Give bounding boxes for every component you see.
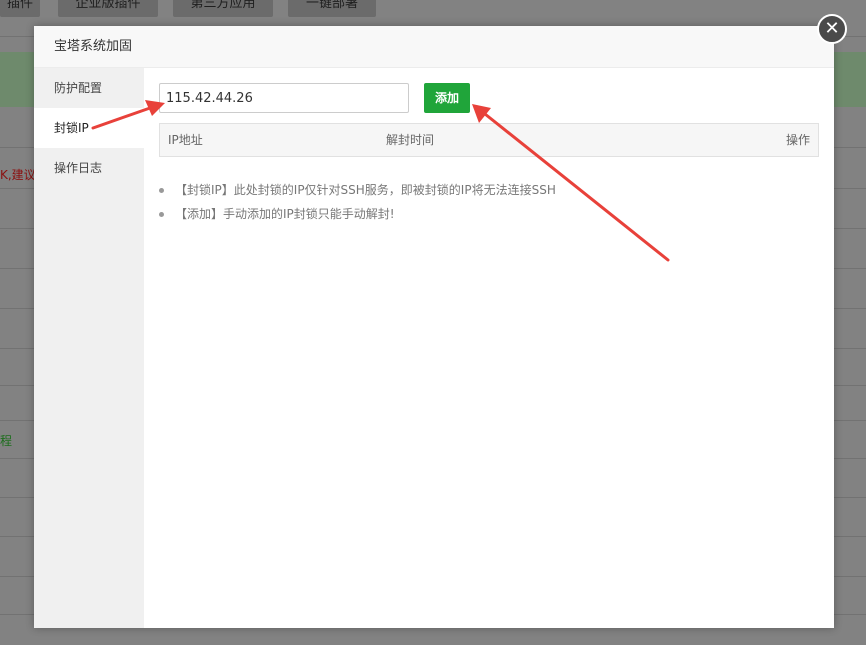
- sidebar-item-block-ip[interactable]: 封锁IP: [34, 108, 144, 148]
- help-notes: 【封锁IP】此处封锁的IP仅针对SSH服务，即被封锁的IP将无法连接SSH 【添…: [159, 178, 819, 226]
- bg-tab-plugins: 插件: [0, 0, 40, 17]
- note-text: 【添加】手动添加的IP封锁只能手动解封!: [175, 207, 395, 221]
- sidebar-item-operation-log[interactable]: 操作日志: [34, 148, 144, 188]
- dialog-content: 添加 IP地址 解封时间 操作 【封锁IP】此处封锁的IP仅针对SSH服务，即被…: [144, 68, 834, 628]
- dialog-sidebar: 防护配置 封锁IP 操作日志: [34, 68, 144, 628]
- column-unblock-time: 解封时间: [386, 133, 435, 147]
- dialog-title: 宝塔系统加固: [34, 26, 834, 68]
- column-ip-address: IP地址: [168, 133, 203, 147]
- add-button[interactable]: 添加: [424, 83, 470, 113]
- bg-tab-enterprise: 企业版插件: [58, 0, 158, 17]
- bg-green-text: 程: [0, 434, 13, 448]
- sidebar-item-protection-config[interactable]: 防护配置: [34, 68, 144, 108]
- list-item: 【添加】手动添加的IP封锁只能手动解封!: [159, 202, 819, 226]
- bullet-icon: [159, 188, 164, 193]
- column-actions: 操作: [785, 133, 810, 147]
- system-hardening-dialog: 宝塔系统加固 防护配置 封锁IP 操作日志 添加 IP地址 解封时间 操作 【封…: [34, 26, 834, 628]
- bullet-icon: [159, 212, 164, 217]
- close-icon[interactable]: ✕: [817, 14, 847, 44]
- ip-address-input[interactable]: [159, 83, 409, 113]
- bg-tab-third-party: 第三方应用: [173, 0, 273, 17]
- list-item: 【封锁IP】此处封锁的IP仅针对SSH服务，即被封锁的IP将无法连接SSH: [159, 178, 819, 202]
- blocked-ip-table-header: IP地址 解封时间 操作: [159, 123, 819, 157]
- note-text: 【封锁IP】此处封锁的IP仅针对SSH服务，即被封锁的IP将无法连接SSH: [175, 183, 556, 197]
- bg-tab-one-click: 一键部署: [288, 0, 376, 17]
